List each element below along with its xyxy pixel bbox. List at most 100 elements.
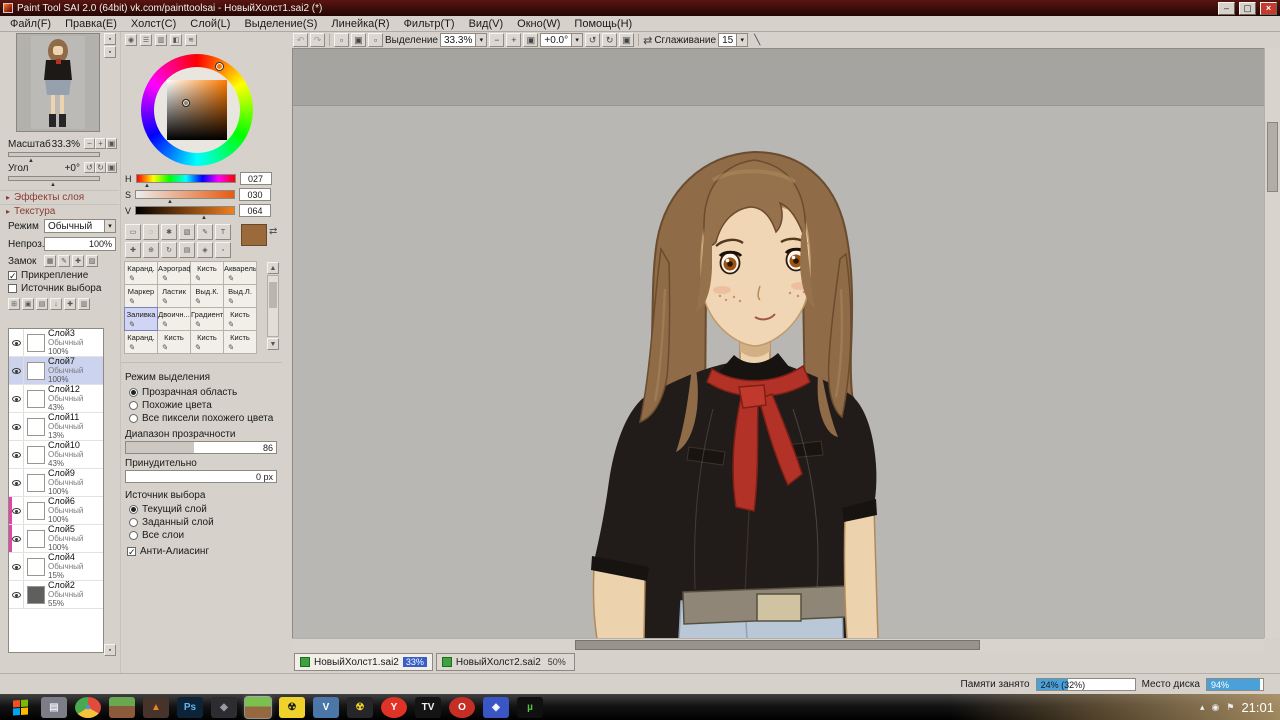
layer-thumbnail[interactable] xyxy=(27,586,45,604)
rotate-ccw-button[interactable]: ↺ xyxy=(585,33,600,47)
lock-opacity-button[interactable]: ▦ xyxy=(44,255,56,267)
scale-minus-button[interactable]: − xyxy=(84,138,95,149)
tool-airbrush[interactable]: Аэрограф✎ xyxy=(157,261,191,285)
canvas-area[interactable] xyxy=(292,48,1264,638)
antialias-option[interactable]: ✓ Анти-Алиасинг xyxy=(127,546,209,557)
layer-thumbnail[interactable] xyxy=(27,502,45,520)
duplicate-layer-button[interactable]: ▤ xyxy=(36,298,48,310)
layer-thumbnail[interactable] xyxy=(27,474,45,492)
layer-row[interactable]: Слой10Обычный43% xyxy=(9,441,103,469)
close-button[interactable]: × xyxy=(1260,2,1277,15)
menu-edit[interactable]: Правка(E) xyxy=(58,17,124,31)
horizontal-scroll-thumb[interactable] xyxy=(575,640,980,650)
hue-value[interactable]: 027 xyxy=(240,172,272,185)
navigator-preview[interactable] xyxy=(16,33,100,132)
checkbox-checked-icon[interactable]: ✓ xyxy=(127,547,136,556)
sv-marker[interactable] xyxy=(183,100,189,106)
scratchpad-tab[interactable]: ≋ xyxy=(185,34,197,46)
panel-scroll-button[interactable]: ▪ xyxy=(104,644,116,656)
lock-all-button[interactable]: ▨ xyxy=(86,255,98,267)
tool-brush3[interactable]: Кисть✎ xyxy=(157,330,191,354)
menu-layer[interactable]: Слой(L) xyxy=(183,17,237,31)
tv-icon[interactable]: TV xyxy=(415,697,441,718)
radio-icon[interactable] xyxy=(129,518,138,527)
clipping-group-option[interactable]: ✓ Прикрепление xyxy=(8,270,88,281)
minimize-button[interactable]: – xyxy=(1218,2,1235,15)
checkbox-icon[interactable] xyxy=(8,284,17,293)
canvas-drawing[interactable] xyxy=(293,49,1264,638)
tool-bucket-fill[interactable]: Заливка✎ xyxy=(124,307,158,331)
option-specified-layer[interactable]: Заданный слой xyxy=(129,517,214,528)
chevron-down-icon[interactable]: ▾ xyxy=(736,34,747,46)
grass-block-icon[interactable] xyxy=(245,697,271,718)
rotate-reset-button[interactable]: ▣ xyxy=(619,33,634,47)
radio-icon[interactable] xyxy=(129,401,138,410)
nuclear-icon[interactable]: ☢ xyxy=(347,697,373,718)
menu-filter[interactable]: Фильтр(T) xyxy=(397,17,462,31)
selection-source-option[interactable]: Источник выбора xyxy=(8,283,101,294)
tool-gradient[interactable]: Градиент✎ xyxy=(190,307,224,331)
lasso-tool[interactable]: ◌ xyxy=(143,224,159,240)
option-transparent-area[interactable]: Прозрачная область xyxy=(129,387,237,398)
layer-thumbnail[interactable] xyxy=(27,334,45,352)
visibility-toggle[interactable] xyxy=(9,385,24,412)
new-layer-button[interactable]: ⊞ xyxy=(8,298,20,310)
hue-marker[interactable] xyxy=(216,63,223,70)
visibility-toggle[interactable] xyxy=(9,413,24,440)
photoshop-icon[interactable]: Ps xyxy=(177,697,203,718)
selection-tool-button[interactable]: ▫ xyxy=(334,33,349,47)
color-wheel-tab[interactable]: ◉ xyxy=(125,34,137,46)
tool-scrollbar-thumb[interactable] xyxy=(269,282,277,308)
zoom-tool[interactable]: ⊕ xyxy=(143,242,159,258)
saturation-slider[interactable] xyxy=(135,190,235,199)
chevron-down-icon[interactable]: ▾ xyxy=(571,34,582,46)
rotate-tool[interactable]: ↻ xyxy=(161,242,177,258)
visibility-toggle[interactable] xyxy=(9,469,24,496)
menu-selection[interactable]: Выделение(S) xyxy=(237,17,324,31)
visibility-toggle[interactable] xyxy=(9,525,24,552)
hand-tool[interactable]: ▤ xyxy=(179,242,195,258)
redo-button[interactable]: ↷ xyxy=(310,33,325,47)
zoom-combo[interactable]: 33.3%▾ xyxy=(440,33,487,47)
tool-select-brush[interactable]: Выд.К.✎ xyxy=(190,284,224,308)
tool-marker[interactable]: Маркер✎ xyxy=(124,284,158,308)
hue-slider[interactable] xyxy=(136,174,236,183)
tool-scroll-up[interactable]: ▲ xyxy=(267,262,279,274)
layer-effects-section[interactable]: ▸ Эффекты слоя xyxy=(0,190,119,204)
visibility-toggle[interactable] xyxy=(9,553,24,580)
window-app-icon[interactable]: ▤ xyxy=(41,697,67,718)
minecraft-grass-icon[interactable] xyxy=(109,697,135,718)
text-tool[interactable]: T xyxy=(215,224,231,240)
zoom-out-button[interactable]: − xyxy=(489,33,504,47)
angle-slider[interactable] xyxy=(8,176,100,181)
select-rect-tool[interactable]: ▭ xyxy=(125,224,141,240)
zoom-in-button[interactable]: + xyxy=(506,33,521,47)
angle-combo[interactable]: +0.0°▾ xyxy=(540,33,583,47)
chevron-down-icon[interactable]: ▾ xyxy=(475,34,486,46)
value-slider-marker[interactable]: ▲ xyxy=(201,215,207,221)
tool-pencil2[interactable]: Каранд.✎ xyxy=(124,330,158,354)
layer-row[interactable]: Слой12Обычный43% xyxy=(9,385,103,413)
new-folder-button[interactable]: ▣ xyxy=(22,298,34,310)
menu-window[interactable]: Окно(W) xyxy=(510,17,567,31)
layer-thumbnail[interactable] xyxy=(27,558,45,576)
flip-icon[interactable]: ⇄ xyxy=(643,34,652,47)
start-button[interactable] xyxy=(3,694,37,720)
tool-scrollbar[interactable] xyxy=(267,275,279,337)
undo-button[interactable]: ↶ xyxy=(293,33,308,47)
texture-section[interactable]: ▸ Текстура xyxy=(0,204,119,218)
tool-brush2[interactable]: Кисть✎ xyxy=(223,307,257,331)
utorrent-icon[interactable]: µ xyxy=(517,697,543,718)
radiation-icon[interactable]: ☢ xyxy=(279,697,305,718)
layer-row[interactable]: Слой9Обычный100% xyxy=(9,469,103,497)
zoom-fit-button[interactable]: ▣ xyxy=(523,33,538,47)
angle-ccw-button[interactable]: ↺ xyxy=(84,162,95,173)
selection-clear-button[interactable]: ▣ xyxy=(351,33,366,47)
radio-icon[interactable] xyxy=(129,531,138,540)
lock-position-button[interactable]: ✚ xyxy=(72,255,84,267)
maximize-button[interactable]: ▢ xyxy=(1239,2,1256,15)
stroke-style-icon[interactable]: ╲ xyxy=(754,35,760,46)
layer-thumbnail[interactable] xyxy=(27,446,45,464)
visibility-toggle[interactable] xyxy=(9,581,24,608)
magic-wand-tool[interactable]: ✱ xyxy=(161,224,177,240)
